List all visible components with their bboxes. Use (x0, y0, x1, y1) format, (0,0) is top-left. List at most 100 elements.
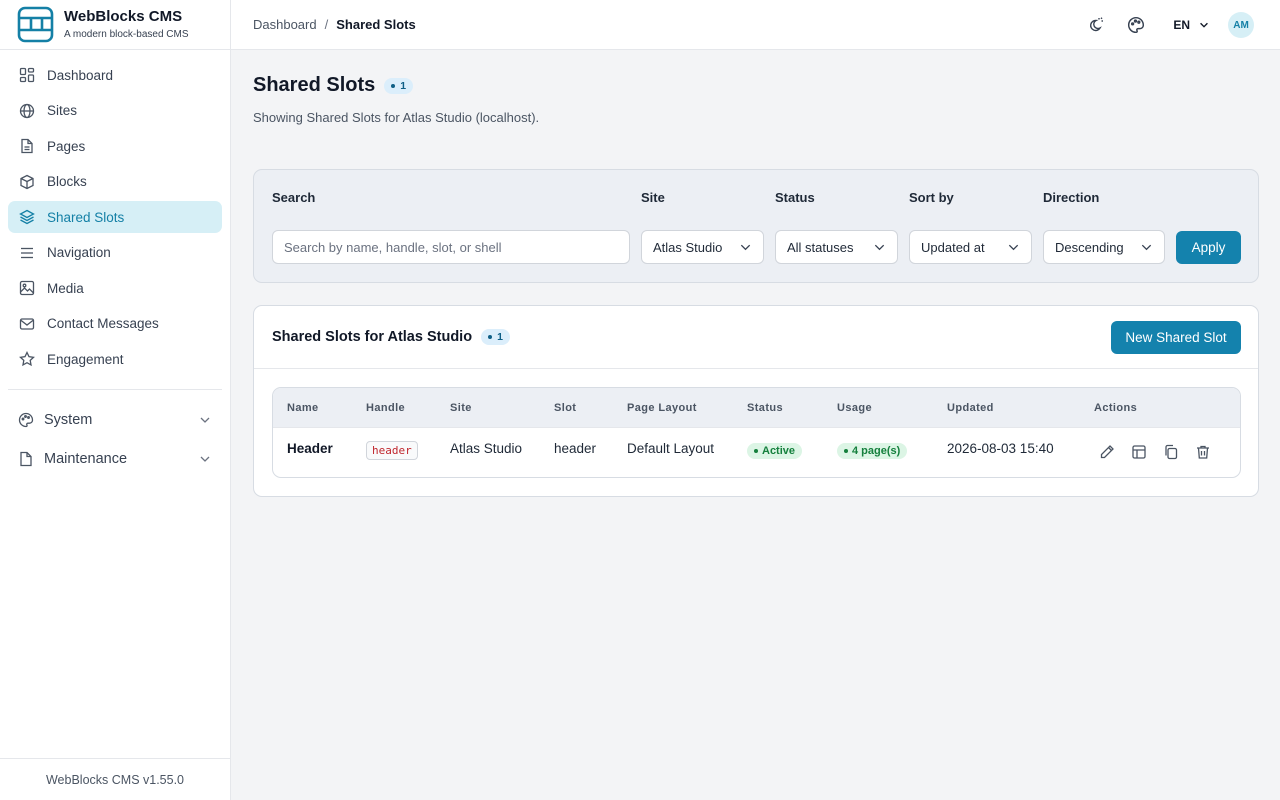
avatar[interactable]: AM (1228, 12, 1254, 38)
sidebar-item-sites[interactable]: Sites (8, 95, 222, 127)
row-slot: header (554, 441, 597, 456)
chevron-down-icon (1198, 19, 1210, 31)
sort-select[interactable]: Updated at (909, 230, 1032, 264)
chevron-down-icon (739, 241, 752, 254)
logo-icon (17, 6, 54, 43)
column-header-status: Status (747, 402, 784, 414)
column-header-name: Name (287, 402, 319, 414)
main-content: Shared Slots 1 Showing Shared Slots for … (253, 50, 1259, 497)
column-header-actions: Actions (1094, 402, 1138, 414)
sidebar-group-maintenance[interactable]: Maintenance (8, 443, 222, 475)
topbar-actions: EN AM (1085, 12, 1254, 38)
search-input[interactable]: Search by name, handle, slot, or shell (272, 230, 630, 264)
document-icon (19, 138, 35, 154)
status-text: Active (762, 445, 796, 457)
site-select[interactable]: Atlas Studio (641, 230, 764, 264)
sidebar-item-engagement[interactable]: Engagement (8, 343, 222, 375)
site-label: Site (641, 190, 665, 205)
direction-select-value: Descending (1055, 239, 1124, 255)
menu-icon (19, 245, 35, 261)
apply-button[interactable]: Apply (1176, 231, 1241, 264)
sort-select-value: Updated at (921, 239, 985, 255)
shared-slots-table: Name Handle Site Slot Page Layout Status… (272, 387, 1241, 478)
column-header-usage: Usage (837, 402, 873, 414)
direction-select[interactable]: Descending (1043, 230, 1165, 264)
table-row: Header header Atlas Studio header Defaul… (273, 428, 1240, 477)
sidebar-item-label: Sites (47, 103, 78, 118)
layout-icon[interactable] (1130, 443, 1148, 461)
count-value: 1 (400, 79, 407, 92)
status-badge: Active (747, 443, 803, 459)
chevron-down-icon (198, 452, 212, 466)
image-icon (19, 280, 35, 296)
sidebar-item-shared-slots[interactable]: Shared Slots (8, 201, 222, 233)
new-shared-slot-button[interactable]: New Shared Slot (1111, 321, 1241, 354)
card-header: Shared Slots for Atlas Studio 1 (254, 306, 1258, 369)
theme-toggle-icon[interactable] (1085, 15, 1105, 35)
page-title: Shared Slots (253, 74, 376, 96)
sidebar-group-system[interactable]: System (8, 404, 222, 436)
sidebar-item-blocks[interactable]: Blocks (8, 166, 222, 198)
sidebar-group-label: Maintenance (44, 451, 128, 467)
trash-icon[interactable] (1194, 443, 1212, 461)
duplicate-icon[interactable] (1162, 443, 1180, 461)
sidebar-item-navigation[interactable]: Navigation (8, 237, 222, 269)
column-header-page-layout: Page Layout (627, 402, 697, 414)
badge-dot (754, 449, 758, 453)
sidebar-nav: Dashboard Sites Pages Blocks Shared Slot… (0, 50, 230, 475)
sidebar: WebBlocks CMS A modern block-based CMS D… (0, 0, 231, 800)
sidebar-item-label: Contact Messages (47, 316, 159, 331)
dashboard-icon (19, 67, 35, 83)
language-select[interactable]: EN (1173, 18, 1210, 32)
language-value: EN (1173, 18, 1190, 32)
badge-dot (488, 335, 493, 339)
brand[interactable]: WebBlocks CMS A modern block-based CMS (0, 0, 230, 50)
column-header-site: Site (450, 402, 472, 414)
row-handle: header (366, 441, 418, 460)
column-header-slot: Slot (554, 402, 577, 414)
breadcrumb-separator: / (324, 17, 329, 32)
sidebar-item-label: Blocks (47, 174, 87, 189)
sidebar-item-contact-messages[interactable]: Contact Messages (8, 308, 222, 340)
layers-icon (19, 209, 35, 225)
sidebar-item-label: Shared Slots (47, 209, 125, 225)
status-select-value: All statuses (787, 239, 854, 255)
row-name[interactable]: Header (287, 441, 333, 456)
chevron-down-icon (1007, 241, 1020, 254)
chevron-down-icon (1140, 241, 1153, 254)
status-select[interactable]: All statuses (775, 230, 898, 264)
count-badge: 1 (481, 329, 510, 345)
site-select-value: Atlas Studio (653, 239, 723, 255)
cube-icon (19, 174, 35, 190)
count-badge: 1 (384, 77, 414, 94)
row-updated: 2026-08-03 15:40 (947, 441, 1054, 456)
page-subtitle: Showing Shared Slots for Atlas Studio (l… (253, 110, 540, 125)
filter-panel: Search Site Status Sort by Direction Sea… (253, 169, 1259, 283)
breadcrumb-dashboard-link[interactable]: Dashboard (253, 17, 317, 32)
sort-label: Sort by (909, 190, 954, 205)
status-label: Status (775, 190, 815, 205)
sidebar-item-label: Media (47, 280, 84, 296)
sidebar-item-media[interactable]: Media (8, 272, 222, 304)
row-page-layout: Default Layout (627, 441, 715, 456)
edit-icon[interactable] (1098, 443, 1116, 461)
mail-icon (19, 316, 35, 332)
sidebar-item-pages[interactable]: Pages (8, 130, 222, 162)
table-header: Name Handle Site Slot Page Layout Status… (273, 388, 1240, 428)
row-site: Atlas Studio (450, 441, 523, 456)
star-icon (19, 351, 35, 367)
page-header: Shared Slots 1 (253, 74, 1259, 97)
palette-icon[interactable] (1126, 15, 1146, 35)
sidebar-footer-version: WebBlocks CMS v1.55.0 (0, 758, 230, 800)
direction-label: Direction (1043, 190, 1100, 205)
search-label: Search (272, 190, 316, 205)
chevron-down-icon (198, 413, 212, 427)
sidebar-divider (8, 389, 222, 390)
column-header-updated: Updated (947, 402, 994, 414)
badge-dot (844, 449, 848, 453)
globe-icon (19, 103, 35, 119)
sidebar-item-dashboard[interactable]: Dashboard (8, 59, 222, 91)
brand-subtitle: A modern block-based CMS (64, 28, 189, 40)
breadcrumb-current: Shared Slots (336, 17, 416, 32)
usage-badge: 4 page(s) (837, 443, 908, 459)
